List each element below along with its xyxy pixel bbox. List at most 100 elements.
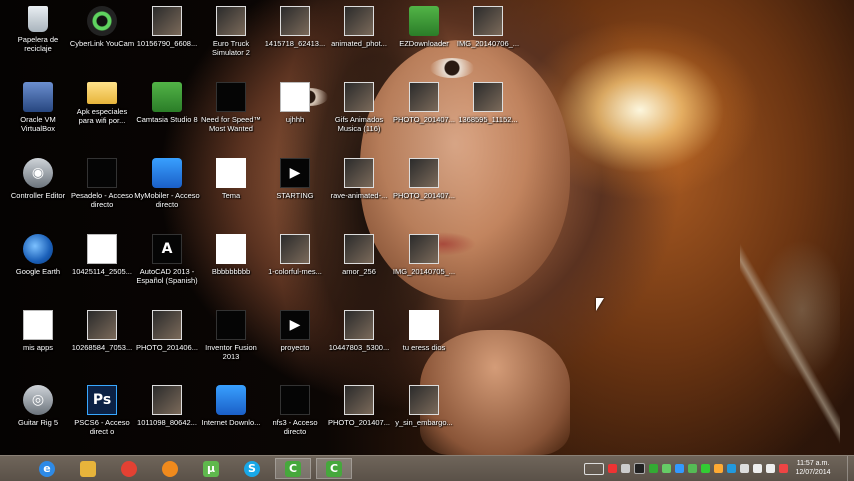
desktop-icon[interactable]: 1011098_80642... — [134, 381, 200, 453]
taskbar-chrome-button[interactable] — [111, 458, 147, 479]
guitar-rig-icon: ◎ — [23, 385, 53, 415]
image-file-icon — [344, 6, 374, 36]
desktop-icon[interactable]: amor_256 — [326, 230, 392, 302]
desktop-icon[interactable]: PHOTO_201407... — [391, 78, 457, 150]
folder-icon — [87, 82, 117, 104]
desktop-icon-label: Pesadelo - Acceso directo — [70, 191, 134, 209]
desktop-icon[interactable]: 1415718_62413... — [262, 2, 328, 74]
desktop-icon[interactable]: Inventor Fusion 2013 — [198, 306, 264, 378]
desktop-icon-label: Apk especiales para wifi por... — [76, 107, 128, 125]
desktop-icon-label: AutoCAD 2013 - Español (Spanish) — [136, 267, 198, 285]
recycle-bin-icon — [28, 6, 48, 32]
volume-icon[interactable] — [766, 464, 775, 473]
desktop-icon[interactable]: 10268584_7053... — [69, 306, 135, 378]
desktop-icon[interactable]: 10156790_6608... — [134, 2, 200, 74]
taskbar-file-explorer-button[interactable] — [70, 458, 106, 479]
desktop-icon-label: ujhhh — [285, 115, 305, 124]
desktop-icon[interactable]: animated_phot... — [326, 2, 392, 74]
taskbar-internet-explorer-button[interactable]: e — [29, 458, 65, 479]
taskbar-camtasia-recorder-button[interactable]: C — [316, 458, 352, 479]
tray-app-icon[interactable] — [675, 464, 684, 473]
desktop-icon[interactable]: Oracle VM VirtualBox — [5, 78, 71, 150]
desktop-icon[interactable]: y_sin_embargo... — [391, 381, 457, 453]
image-file-icon — [152, 6, 182, 36]
desktop-icon[interactable]: Gifs Animados Musica (116) — [326, 78, 392, 150]
flag-icon[interactable] — [740, 464, 749, 473]
desktop-icon[interactable]: EZDownloader — [391, 2, 457, 74]
desktop-icon-label: PSCS6 - Acceso direct o — [74, 418, 130, 436]
tray-app-icon[interactable] — [714, 464, 723, 473]
desktop-icon-label: Tema — [221, 191, 241, 200]
taskbar-utorrent-button[interactable]: µ — [193, 458, 229, 479]
document-icon — [87, 234, 117, 264]
internet-explorer-icon: e — [39, 460, 55, 477]
downloader-icon — [409, 6, 439, 36]
taskbar-skype-button[interactable]: S — [234, 458, 270, 479]
video-file-icon: ▶ — [280, 158, 310, 188]
tray-app-icon[interactable] — [608, 464, 617, 473]
desktop-icon[interactable]: Internet Downlo... — [198, 381, 264, 453]
desktop-icon[interactable]: 1-colorful-mes... — [262, 230, 328, 302]
desktop-icon[interactable]: Ps PSCS6 - Acceso direct o — [69, 381, 135, 453]
desktop-icon[interactable]: ♪ Bbbbbbbbb — [198, 230, 264, 302]
desktop-icon[interactable]: 1368595_11152... — [455, 78, 521, 150]
desktop-icon[interactable]: PHOTO_201406... — [134, 306, 200, 378]
desktop-icon[interactable]: ▶ proyecto — [262, 306, 328, 378]
image-file-icon — [344, 158, 374, 188]
show-desktop-button[interactable] — [847, 456, 854, 481]
desktop-icon[interactable]: ◎ Guitar Rig 5 — [5, 381, 71, 453]
desktop-icon[interactable]: ◉ Controller Editor — [5, 154, 71, 226]
tray-app-icon[interactable] — [621, 464, 630, 473]
desktop-icon[interactable]: Papelera de reciclaje — [5, 2, 71, 74]
desktop-icon[interactable]: rave-animated-... — [326, 154, 392, 226]
tray-app-icon[interactable] — [779, 464, 788, 473]
desktop-icon[interactable]: Google Earth — [5, 230, 71, 302]
desktop-icon[interactable]: mis apps — [5, 306, 71, 378]
tray-app-icon[interactable] — [701, 464, 710, 473]
desktop-icon[interactable]: CyberLink YouCam — [69, 2, 135, 74]
desktop-icon[interactable]: 10447803_5300... — [326, 306, 392, 378]
tray-app-icon[interactable] — [688, 464, 697, 473]
tray-app-icon[interactable] — [662, 464, 671, 473]
desktop-icon[interactable]: Euro Truck Simulator 2 — [198, 2, 264, 74]
image-file-icon — [280, 234, 310, 264]
truck-icon — [216, 6, 246, 36]
image-file-icon — [473, 82, 503, 112]
controller-icon: ◉ — [23, 158, 53, 188]
desktop-icon[interactable]: Camtasia Studio 8 — [134, 78, 200, 150]
desktop-icon[interactable]: Apk especiales para wifi por... — [69, 78, 135, 150]
desktop-icon[interactable]: 10425114_2505... — [69, 230, 135, 302]
desktop-icon[interactable]: ▶ STARTING — [262, 154, 328, 226]
desktop-icon-label: IMG_20140706_... — [456, 39, 520, 48]
desktop-icon[interactable]: PHOTO_201407... — [391, 154, 457, 226]
tray-app-icon[interactable] — [649, 464, 658, 473]
network-icon[interactable] — [753, 464, 762, 473]
taskbar-firefox-button[interactable] — [152, 458, 188, 479]
desktop-icon[interactable]: PHOTO_201407... — [326, 381, 392, 453]
tray-app-icon[interactable] — [727, 464, 736, 473]
desktop-icon[interactable]: MyMobiler - Acceso directo — [134, 154, 200, 226]
desktop-icon[interactable]: ♪ tu eress dios — [391, 306, 457, 378]
clock[interactable]: 11:57 a.m. 12/07/2014 — [790, 459, 836, 477]
desktop-icon-label: Euro Truck Simulator 2 — [212, 39, 250, 57]
clock-date: 12/07/2014 — [795, 469, 831, 476]
desktop-icon[interactable]: ♪ Tema — [198, 154, 264, 226]
desktop-icon[interactable]: IMG_20140705_... — [391, 230, 457, 302]
desktop-icon[interactable]: Need for Speed™ Most Wanted — [198, 78, 264, 150]
image-file-icon — [280, 6, 310, 36]
desktop-icon[interactable]: Pesadelo - Acceso directo — [69, 154, 135, 226]
desktop-icon[interactable]: A AutoCAD 2013 - Español (Spanish) — [134, 230, 200, 302]
clock-time: 11:57 a.m. — [796, 460, 830, 467]
desktop-icon[interactable]: IMG_20140706_... — [455, 2, 521, 74]
desktop-icon-label: Papelera de reciclaje — [17, 35, 59, 53]
desktop-icon-label: tu eress dios — [402, 343, 446, 352]
desktop-icon[interactable]: ujhhh — [262, 78, 328, 150]
autocad-icon: A — [152, 234, 182, 264]
desktop-icon-label: Gifs Animados Musica (116) — [334, 115, 384, 133]
desktop-icon-label: IMG_20140705_... — [392, 267, 456, 276]
taskbar-camtasia-button[interactable]: C — [275, 458, 311, 479]
desktop-icon[interactable]: nfs3 - Acceso directo — [262, 381, 328, 453]
keyboard-icon[interactable] — [584, 462, 604, 475]
desktop[interactable]: Papelera de reciclaje CyberLink YouCam 101… — [0, 0, 854, 455]
tray-app-icon[interactable] — [634, 463, 645, 474]
